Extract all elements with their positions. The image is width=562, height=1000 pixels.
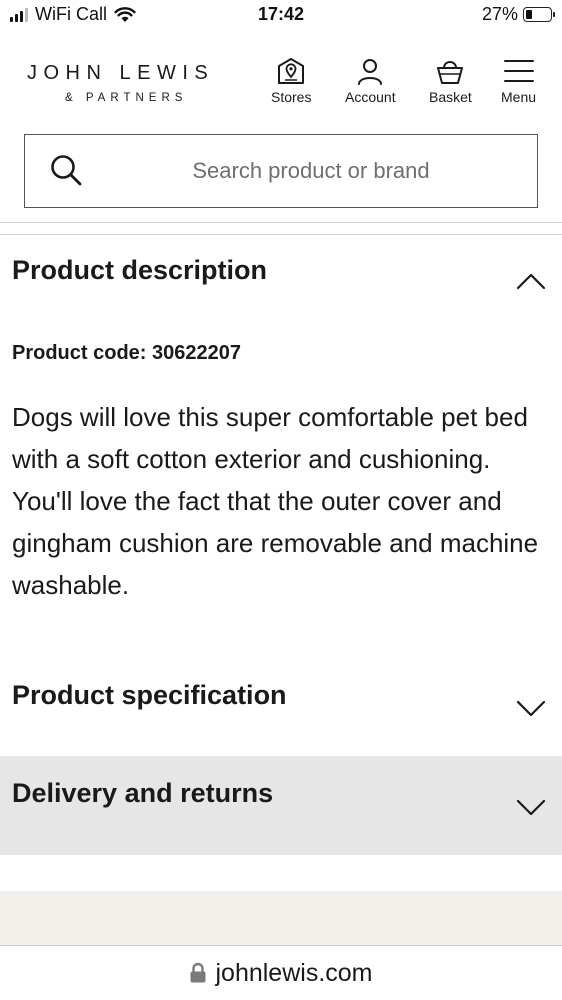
product-specification-heading[interactable]: Product specification (12, 680, 287, 711)
search-icon[interactable] (49, 153, 85, 189)
clock: 17:42 (257, 4, 305, 24)
basket-icon (437, 61, 464, 84)
chevron-down-icon[interactable] (516, 799, 546, 817)
search-input[interactable] (105, 135, 517, 207)
nav-account[interactable]: Account (345, 56, 396, 105)
browser-address-bar[interactable]: johnlewis.com (0, 945, 562, 1000)
battery-icon (523, 7, 555, 22)
product-description-text: Dogs will love this super comfortable pe… (12, 402, 539, 600)
search-bar[interactable] (24, 134, 538, 208)
product-code: Product code: 30622207 (12, 342, 241, 364)
status-right: 27% (481, 4, 555, 25)
hamburger-menu-icon (503, 60, 534, 82)
product-description-heading[interactable]: Product description (12, 255, 267, 286)
nav-stores[interactable]: Stores (271, 56, 311, 105)
battery-level (526, 10, 532, 19)
logo-sub-text: & PARTNERS (65, 92, 188, 104)
status-bar: WiFi Call 17:42 27% (0, 0, 562, 32)
chevron-down-icon[interactable] (516, 700, 546, 718)
lock-icon (190, 962, 206, 983)
logo-main-text: JOHN LEWIS (27, 62, 215, 84)
chevron-up-icon[interactable] (516, 272, 546, 290)
nav-basket[interactable]: Basket (429, 56, 472, 105)
nav-menu[interactable]: Menu (501, 56, 536, 105)
john-lewis-logo[interactable]: JOHN LEWIS & PARTNERS (27, 62, 214, 104)
account-icon (358, 59, 383, 85)
footer-strip (0, 891, 562, 945)
divider (0, 222, 562, 223)
nav-account-label: Account (345, 89, 396, 105)
divider (0, 234, 562, 235)
nav-menu-label: Menu (501, 89, 537, 105)
store-locator-icon (278, 58, 305, 84)
delivery-returns-heading[interactable]: Delivery and returns (12, 778, 273, 809)
nav-basket-label: Basket (429, 89, 472, 105)
url-text: johnlewis.com (215, 958, 373, 987)
battery-percent: 27% (481, 4, 518, 24)
nav-stores-label: Stores (271, 89, 312, 105)
delivery-returns-section[interactable]: Delivery and returns (0, 756, 562, 855)
site-header: JOHN LEWIS & PARTNERS Stores Account Bas… (0, 50, 562, 120)
